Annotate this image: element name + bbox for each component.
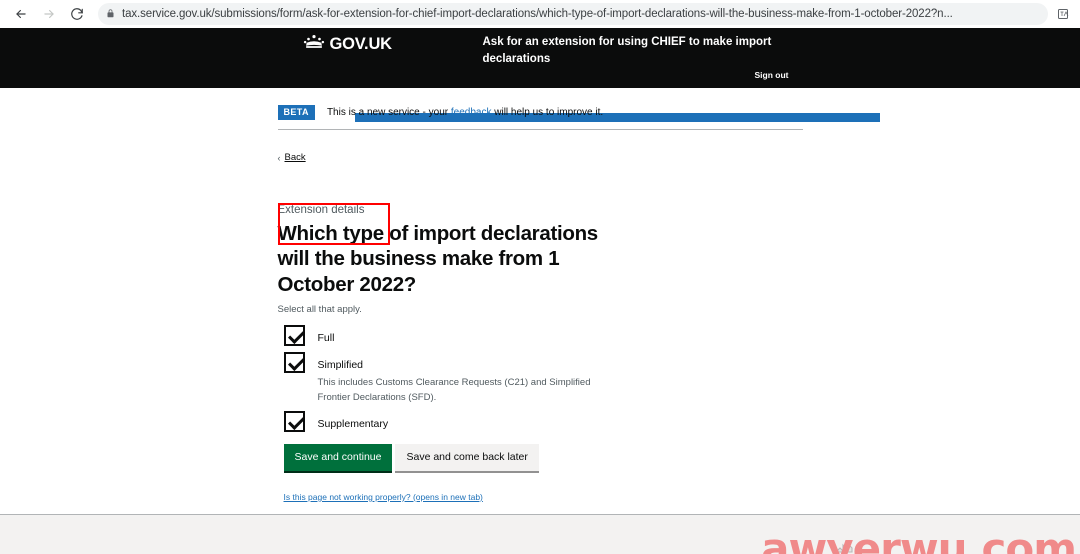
phase-text-after: will help us to improve it. [491,107,604,118]
royal-coat-of-arms-icon [808,539,878,554]
feedback-link[interactable]: feedback [451,107,492,118]
page-footer: Cookies Accessibility statement Privacy … [0,514,1080,554]
checkbox-icon[interactable] [283,352,305,374]
checkbox-group: Full Simplified This includes Customs Cl… [283,325,803,432]
service-name: Ask for an extension for using CHIEF to … [482,36,772,65]
phase-banner-text: This is a new service - your feedback wi… [327,107,603,118]
browser-back-icon[interactable] [8,1,34,27]
save-and-come-back-later-button[interactable]: Save and come back later [395,443,539,473]
form-actions: Save and continue Save and come back lat… [283,443,803,473]
beta-tag: BETA [277,105,315,120]
checkbox-label: Simplified [317,359,364,372]
phase-banner: BETA This is a new service - your feedba… [277,97,803,130]
govuk-header: GOV.UK Ask for an extension for using CH… [0,28,1080,88]
checkbox-label: Supplementary [317,417,389,430]
back-link-label: Back [284,152,306,163]
checkbox-hint: This includes Customs Clearance Requests… [317,377,591,403]
browser-forward-icon [36,1,62,27]
checkbox-icon[interactable] [283,325,305,347]
page-content: BETA This is a new service - your feedba… [277,97,803,502]
browser-toolbar: tax.service.gov.uk/submissions/form/ask-… [0,0,1080,28]
checkbox-item-supplementary[interactable]: Supplementary [283,410,803,432]
save-and-continue-button[interactable]: Save and continue [283,443,393,473]
sign-out-link[interactable]: Sign out [755,70,789,80]
back-link[interactable]: ‹ Back [278,152,306,163]
browser-reload-icon[interactable] [64,1,90,27]
chevron-left-icon: ‹ [277,152,281,163]
checkbox-icon[interactable] [283,410,305,432]
govuk-brand[interactable]: GOV.UK [303,34,392,54]
govuk-brand-label: GOV.UK [329,34,393,53]
checkbox-label: Full [317,332,335,345]
translate-icon[interactable] [1054,5,1072,23]
page-title: Which type of import declarations will t… [277,221,599,296]
checkbox-item-simplified[interactable]: Simplified This includes Customs Clearan… [283,352,803,405]
crown-icon [303,34,325,54]
form-hint: Select all that apply. [277,304,362,316]
web-page: GOV.UK Ask for an extension for using CH… [0,28,1080,554]
url-text: tax.service.gov.uk/submissions/form/ask-… [122,7,953,20]
lock-icon [106,8,115,19]
page-caption: Extension details [277,203,365,216]
address-bar[interactable]: tax.service.gov.uk/submissions/form/ask-… [98,2,1048,25]
phase-text-before: This is a new service - your [326,107,451,118]
page-not-working-link[interactable]: Is this page not working properly? (open… [284,492,803,502]
checkbox-item-full[interactable]: Full [283,325,803,347]
